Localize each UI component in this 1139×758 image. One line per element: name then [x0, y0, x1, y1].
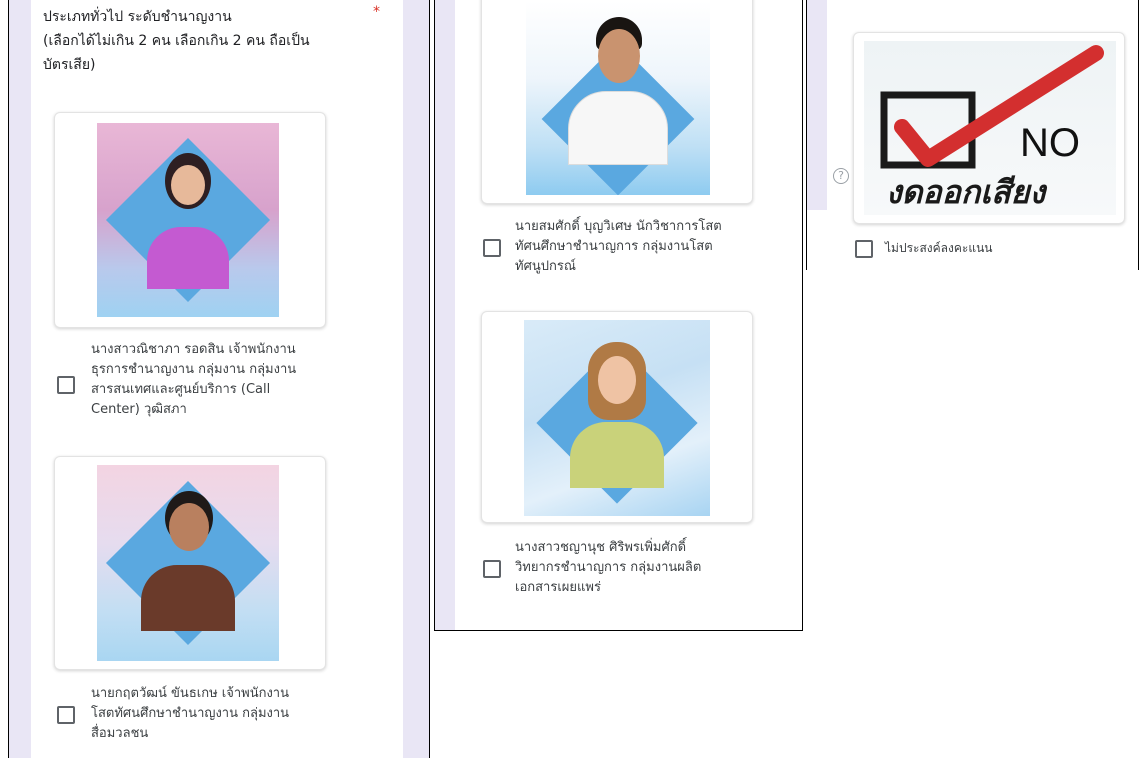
abstain-image: NO งดออกเสียง	[864, 41, 1116, 215]
person-face	[169, 503, 209, 551]
candidate-label-line: เอกสารเผยแพร่	[515, 580, 601, 595]
person-body	[570, 422, 664, 488]
candidate-checkbox[interactable]	[483, 239, 501, 257]
candidate-label-line: ทัศนูปกรณ์	[515, 259, 576, 274]
candidate-photo	[526, 1, 710, 195]
candidate-photo	[524, 320, 710, 516]
form-panel-2: นายสมศักดิ์ บุญวิเศษ นักวิชาการโสต ทัศนศ…	[434, 0, 803, 631]
question-title-line: บัตรเสีย)	[43, 57, 96, 73]
form-side-stripe	[9, 0, 31, 758]
form-side-stripe	[403, 0, 429, 758]
form-panel-3: ? NO งดออกเสียง ไม่ประสงค์ลงคะแนน	[806, 0, 1139, 270]
person-body	[568, 91, 668, 165]
help-icon[interactable]: ?	[833, 168, 849, 184]
question-title-line: ประเภททั่วไป ระดับชำนาญงาน	[43, 9, 232, 25]
form-side-stripe	[435, 0, 455, 630]
person-face	[171, 165, 205, 205]
candidate-label-line: โสตทัศนศึกษาชำนาญงาน กลุ่มงาน	[91, 706, 290, 721]
candidate-image-card	[54, 112, 326, 328]
person-body	[141, 565, 235, 631]
form-side-stripe	[807, 0, 827, 210]
person-face	[598, 29, 640, 83]
candidate-photo	[97, 465, 279, 661]
candidate-image-card	[481, 311, 753, 523]
candidate-label-line: นางสาวณิชาภา รอดสิน เจ้าพนักงาน	[91, 342, 296, 357]
required-asterisk: *	[373, 4, 380, 20]
candidate-photo	[97, 123, 279, 317]
candidate-label-line: วิทยากรชำนาญการ กลุ่มงานผลิต	[515, 560, 702, 575]
candidate-label-line: ทัศนศึกษาชำนาญการ กลุ่มงานโสต	[515, 239, 713, 254]
abstain-image-card: NO งดออกเสียง	[853, 32, 1125, 224]
person-face	[598, 356, 636, 404]
candidate-label-line: ธุรการชำนาญงาน กลุ่มงาน กลุ่มงาน	[91, 362, 297, 377]
candidate-checkbox[interactable]	[483, 560, 501, 578]
abstain-label: ไม่ประสงค์ลงคะแนน	[885, 241, 993, 255]
candidate-label-line: นางสาวชญานุช ศิริพรเพิ่มศักดิ์	[515, 540, 687, 555]
question-title-line: (เลือกได้ไม่เกิน 2 คน เลือกเกิน 2 คน ถือ…	[43, 33, 310, 49]
candidate-checkbox[interactable]	[57, 376, 75, 394]
abstain-checkbox[interactable]	[855, 240, 873, 258]
form-panel-1: ประเภททั่วไป ระดับชำนาญงาน (เลือกได้ไม่เ…	[8, 0, 430, 758]
candidate-checkbox[interactable]	[57, 706, 75, 724]
candidate-image-card	[481, 0, 753, 204]
no-text: NO	[1020, 121, 1080, 165]
candidate-image-card	[54, 456, 326, 670]
candidate-label-line: สารสนเทศและศูนย์บริการ (Call	[91, 382, 271, 397]
candidate-label-line: นายสมศักดิ์ บุญวิเศษ นักวิชาการโสต	[515, 219, 722, 234]
person-body	[147, 227, 229, 289]
abstain-thai-text: งดออกเสียง	[886, 173, 1046, 211]
candidate-label-line: Center) วุฒิสภา	[91, 402, 187, 417]
candidate-label-line: นายกฤตวัฒน์ ขันธเกษ เจ้าพนักงาน	[91, 686, 289, 701]
candidate-label-line: สื่อมวลชน	[91, 726, 149, 741]
